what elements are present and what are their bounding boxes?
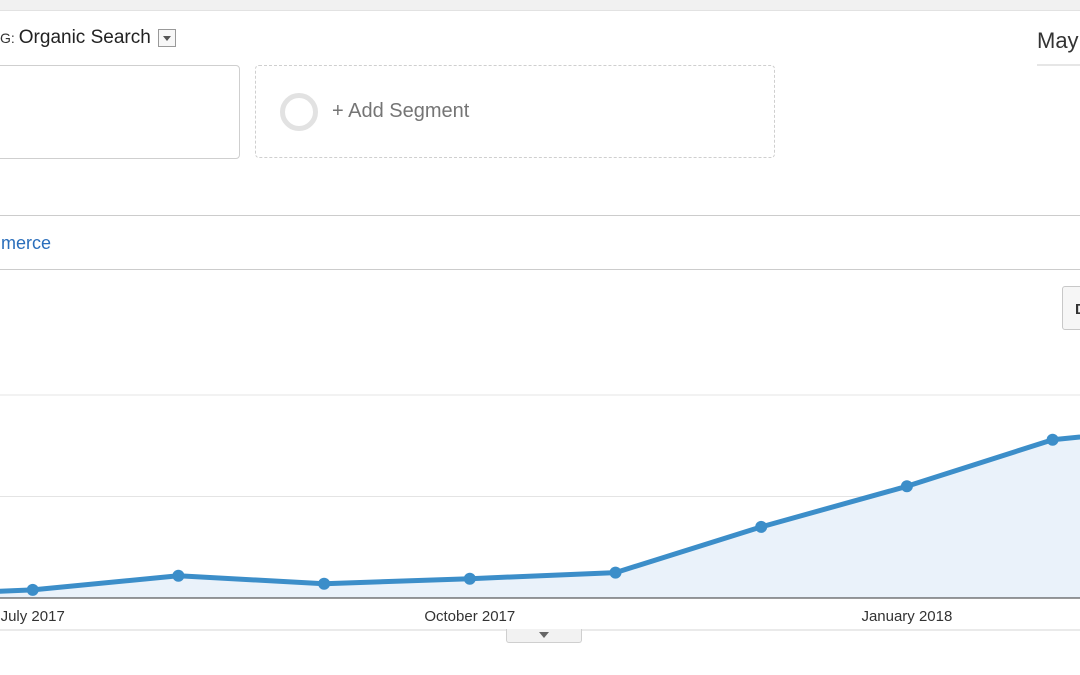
data-point [463,572,476,585]
line-chart: July 2017 October 2017 January 2018 [0,394,1080,631]
date-range-picker[interactable]: May [1037,28,1080,66]
segment-card[interactable] [0,65,240,159]
add-segment-label: + Add Segment [332,100,470,122]
chart-expand-handle[interactable] [506,629,582,643]
series-area [0,437,1080,598]
data-point [900,480,913,493]
view-title: Organic Search [18,27,151,48]
data-point [1046,433,1059,446]
data-point [172,569,185,582]
x-tick-label: October 2017 [424,608,515,625]
segment-ring-icon [280,92,318,131]
view-prefix: G: [0,30,15,46]
divider [0,215,1080,216]
tab-ecommerce[interactable]: nmerce [0,233,51,254]
x-tick-label: July 2017 [1,608,65,625]
view-selector[interactable]: G: Organic Search [0,24,176,52]
data-point [26,583,39,596]
data-point [609,566,622,579]
x-tick-label: January 2018 [861,608,952,625]
add-segment-button[interactable]: + Add Segment [255,65,775,158]
data-point [318,577,331,590]
view-dropdown-button[interactable] [157,29,176,47]
top-toolbar [0,0,1080,11]
data-point [755,520,768,533]
